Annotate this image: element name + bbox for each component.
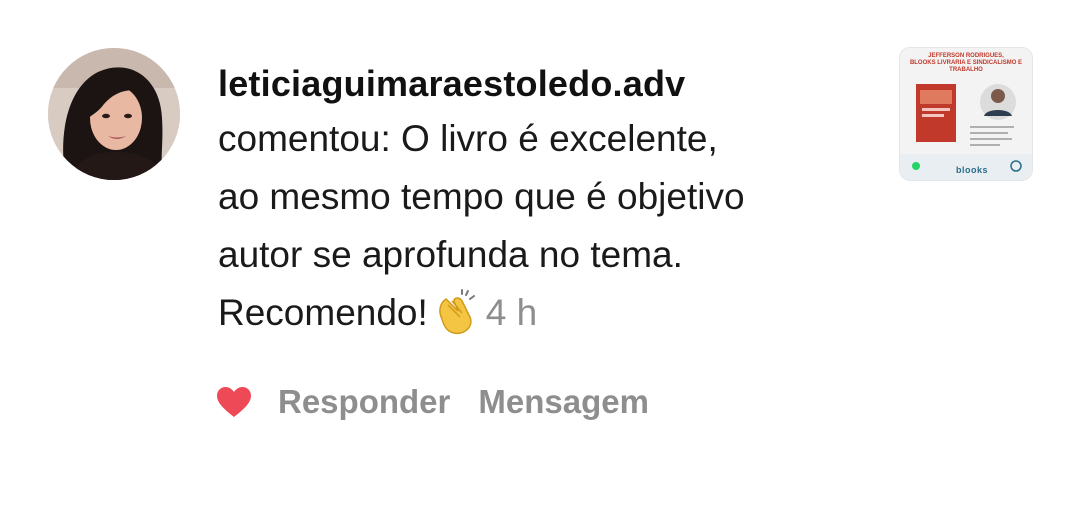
comment-notification[interactable]: leticiaguimaraestoledo.adv comentou: O l… bbox=[0, 0, 1080, 506]
comment-text-line-3: autor se aprofunda no tema. bbox=[218, 234, 683, 275]
notification-body: leticiaguimaraestoledo.adv comentou: O l… bbox=[218, 62, 868, 342]
thumbnail-header-line-1: JEFFERSON RODRIGUES, bbox=[928, 53, 1004, 59]
user-avatar[interactable] bbox=[48, 48, 180, 180]
timestamp: 4 h bbox=[485, 292, 538, 333]
clapping-hands-icon bbox=[438, 289, 475, 335]
comment-text-line-4: Recomendo! 4 h bbox=[218, 284, 868, 342]
thumbnail-header: JEFFERSON RODRIGUES, BLOOKS LIVRARIA E S… bbox=[900, 48, 1032, 74]
comment-text-line-2: ao mesmo tempo que é objetivo bbox=[218, 176, 745, 217]
message-button[interactable]: Mensagem bbox=[478, 378, 649, 426]
comment-text-line-1: comentou: O livro é excelente, bbox=[218, 118, 718, 159]
thumbnail-header-line-2: BLOOKS LIVRARIA E SINDICALISMO E TRABALH… bbox=[909, 60, 1023, 73]
action-bar: Responder Mensagem bbox=[216, 378, 649, 426]
heart-icon[interactable] bbox=[216, 386, 252, 418]
comment-text-last: Recomendo! bbox=[218, 292, 428, 333]
thumbnail-brand: blooks bbox=[956, 165, 989, 175]
avatar-photo bbox=[48, 48, 180, 180]
post-thumbnail[interactable]: JEFFERSON RODRIGUES, BLOOKS LIVRARIA E S… bbox=[900, 48, 1032, 180]
reply-button[interactable]: Responder bbox=[278, 378, 450, 426]
username[interactable]: leticiaguimaraestoledo.adv bbox=[218, 62, 868, 106]
